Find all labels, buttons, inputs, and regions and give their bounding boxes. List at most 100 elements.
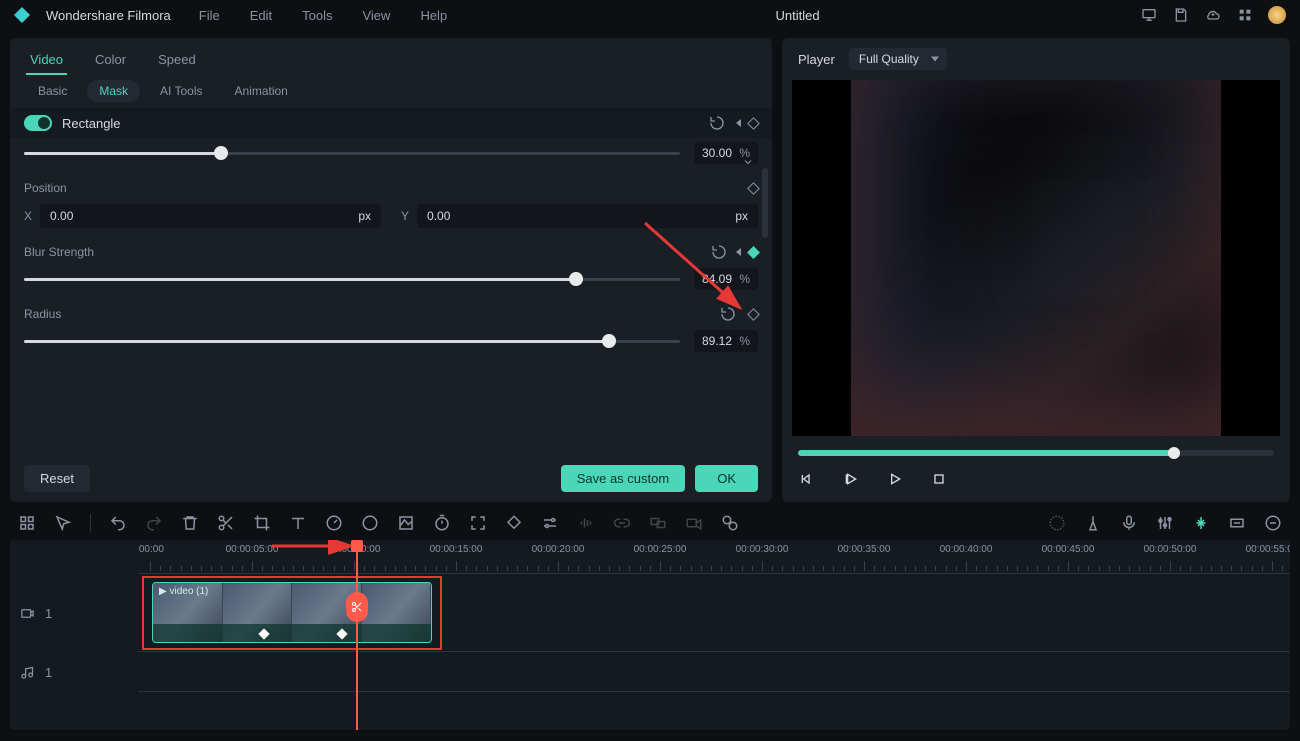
user-avatar[interactable]: [1268, 6, 1286, 24]
scrollbar[interactable]: [762, 168, 768, 238]
marker-add-icon[interactable]: [1084, 514, 1102, 532]
blur-slider[interactable]: [24, 269, 680, 289]
menu-help[interactable]: Help: [412, 4, 455, 27]
undo-icon[interactable]: [109, 514, 127, 532]
radius-slider[interactable]: [24, 331, 680, 351]
time-label: 00:00:35:00: [838, 544, 891, 555]
mask-tool-icon[interactable]: [397, 514, 415, 532]
timeline: 1 1 :00:0000:00:05:0000:00:10:0000:00:15…: [10, 540, 1290, 730]
group-icon[interactable]: [649, 514, 667, 532]
tab-video[interactable]: Video: [26, 46, 67, 75]
apps-grid-icon[interactable]: [1236, 6, 1254, 24]
fit-icon[interactable]: [469, 514, 487, 532]
record-icon[interactable]: [685, 514, 703, 532]
cursor-icon[interactable]: [54, 514, 72, 532]
zoom-fit-icon[interactable]: [1228, 514, 1246, 532]
time-label: 00:00:40:00: [940, 544, 993, 555]
speed-icon[interactable]: [325, 514, 343, 532]
adjust-icon[interactable]: [541, 514, 559, 532]
audio-tool-icon[interactable]: [577, 514, 595, 532]
blur-reset-icon[interactable]: [710, 243, 728, 261]
menu-edit[interactable]: Edit: [242, 4, 280, 27]
menubar: Wondershare Filmora File Edit Tools View…: [0, 0, 1300, 30]
radius-reset-icon[interactable]: [719, 305, 737, 323]
ok-button[interactable]: OK: [695, 465, 758, 492]
mic-icon[interactable]: [1120, 514, 1138, 532]
marker-tool-icon[interactable]: [505, 514, 523, 532]
blur-keyframe-icon[interactable]: [747, 246, 760, 259]
timer-icon[interactable]: [433, 514, 451, 532]
inspector-secondary-tabs: Basic Mask AI Tools Animation: [10, 74, 772, 108]
video-track-index: 1: [45, 606, 52, 621]
position-y-label: Y: [401, 209, 409, 223]
next-frame-icon[interactable]: [886, 470, 904, 488]
section-enable-toggle[interactable]: [24, 115, 52, 131]
position-x-input[interactable]: 0.00px: [40, 204, 381, 228]
video-clip[interactable]: ▶ video (1): [152, 582, 432, 643]
keyframe-icon[interactable]: [747, 117, 760, 130]
tab-ai-tools[interactable]: AI Tools: [148, 80, 214, 102]
playhead[interactable]: [356, 540, 358, 730]
prop-radius: Radius 89.12%: [24, 304, 758, 352]
position-y-input[interactable]: 0.00px: [417, 204, 758, 228]
time-ruler[interactable]: :00:0000:00:05:0000:00:10:0000:00:15:000…: [138, 540, 1290, 574]
chevron-down-icon[interactable]: [742, 156, 754, 171]
split-scissors-icon[interactable]: [346, 592, 368, 622]
inspector-primary-tabs: Video Color Speed: [10, 38, 772, 74]
tab-mask[interactable]: Mask: [87, 80, 140, 102]
video-preview[interactable]: [792, 80, 1280, 436]
tab-basic[interactable]: Basic: [26, 80, 79, 102]
scissors-icon[interactable]: [217, 514, 235, 532]
prev-keyframe-icon[interactable]: [736, 119, 741, 127]
video-track-row[interactable]: ▶ video (1): [138, 574, 1290, 652]
color-icon[interactable]: [361, 514, 379, 532]
menu-file[interactable]: File: [191, 4, 228, 27]
stop-icon[interactable]: [930, 470, 948, 488]
snap-icon[interactable]: [1192, 514, 1210, 532]
top-right-icons: [1140, 6, 1286, 24]
video-track-header: 1: [10, 574, 138, 652]
mixer-icon[interactable]: [1156, 514, 1174, 532]
track-options-icon[interactable]: [1048, 514, 1066, 532]
reset-button[interactable]: Reset: [24, 465, 90, 492]
quality-select[interactable]: Full Quality: [849, 48, 947, 70]
time-label: 00:00:45:00: [1042, 544, 1095, 555]
redo-icon[interactable]: [145, 514, 163, 532]
player-label: Player: [798, 52, 835, 67]
save-as-custom-button[interactable]: Save as custom: [561, 465, 686, 492]
link-icon[interactable]: [613, 514, 631, 532]
tab-color[interactable]: Color: [91, 46, 130, 75]
tab-speed[interactable]: Speed: [154, 46, 200, 75]
position-keyframe-icon[interactable]: [747, 182, 760, 195]
radius-keyframe-icon[interactable]: [747, 308, 760, 321]
tab-animation[interactable]: Animation: [222, 80, 299, 102]
grid-icon[interactable]: [18, 514, 36, 532]
unnamed-slider[interactable]: [24, 143, 680, 163]
monitor-icon[interactable]: [1140, 6, 1158, 24]
menu-view[interactable]: View: [354, 4, 398, 27]
audio-track-row[interactable]: [138, 652, 1290, 692]
reset-section-icon[interactable]: [708, 114, 726, 132]
menu-tools[interactable]: Tools: [294, 4, 340, 27]
zoom-out-icon[interactable]: [1264, 514, 1282, 532]
audio-track-icon: [20, 665, 35, 680]
crop-icon[interactable]: [253, 514, 271, 532]
play-icon[interactable]: [842, 470, 860, 488]
timeline-canvas[interactable]: :00:0000:00:05:0000:00:10:0000:00:15:000…: [138, 540, 1290, 730]
cloud-upload-icon[interactable]: [1204, 6, 1222, 24]
text-icon[interactable]: [289, 514, 307, 532]
time-label: 00:00:25:00: [634, 544, 687, 555]
section-title: Rectangle: [62, 116, 121, 131]
trash-icon[interactable]: [181, 514, 199, 532]
effects-icon[interactable]: [721, 514, 739, 532]
prev-frame-icon[interactable]: [798, 470, 816, 488]
prop-position: Position X 0.00px Y 0.00px: [24, 178, 758, 228]
radius-value[interactable]: 89.12%: [694, 330, 758, 352]
save-icon[interactable]: [1172, 6, 1190, 24]
document-title: Untitled: [469, 8, 1126, 23]
prop-blur-strength: Blur Strength 84.09%: [24, 242, 758, 290]
time-label: 00:00:55:00: [1246, 544, 1290, 555]
player-progress[interactable]: [798, 450, 1274, 456]
blur-value[interactable]: 84.09%: [694, 268, 758, 290]
blur-prev-keyframe-icon[interactable]: [736, 248, 741, 256]
